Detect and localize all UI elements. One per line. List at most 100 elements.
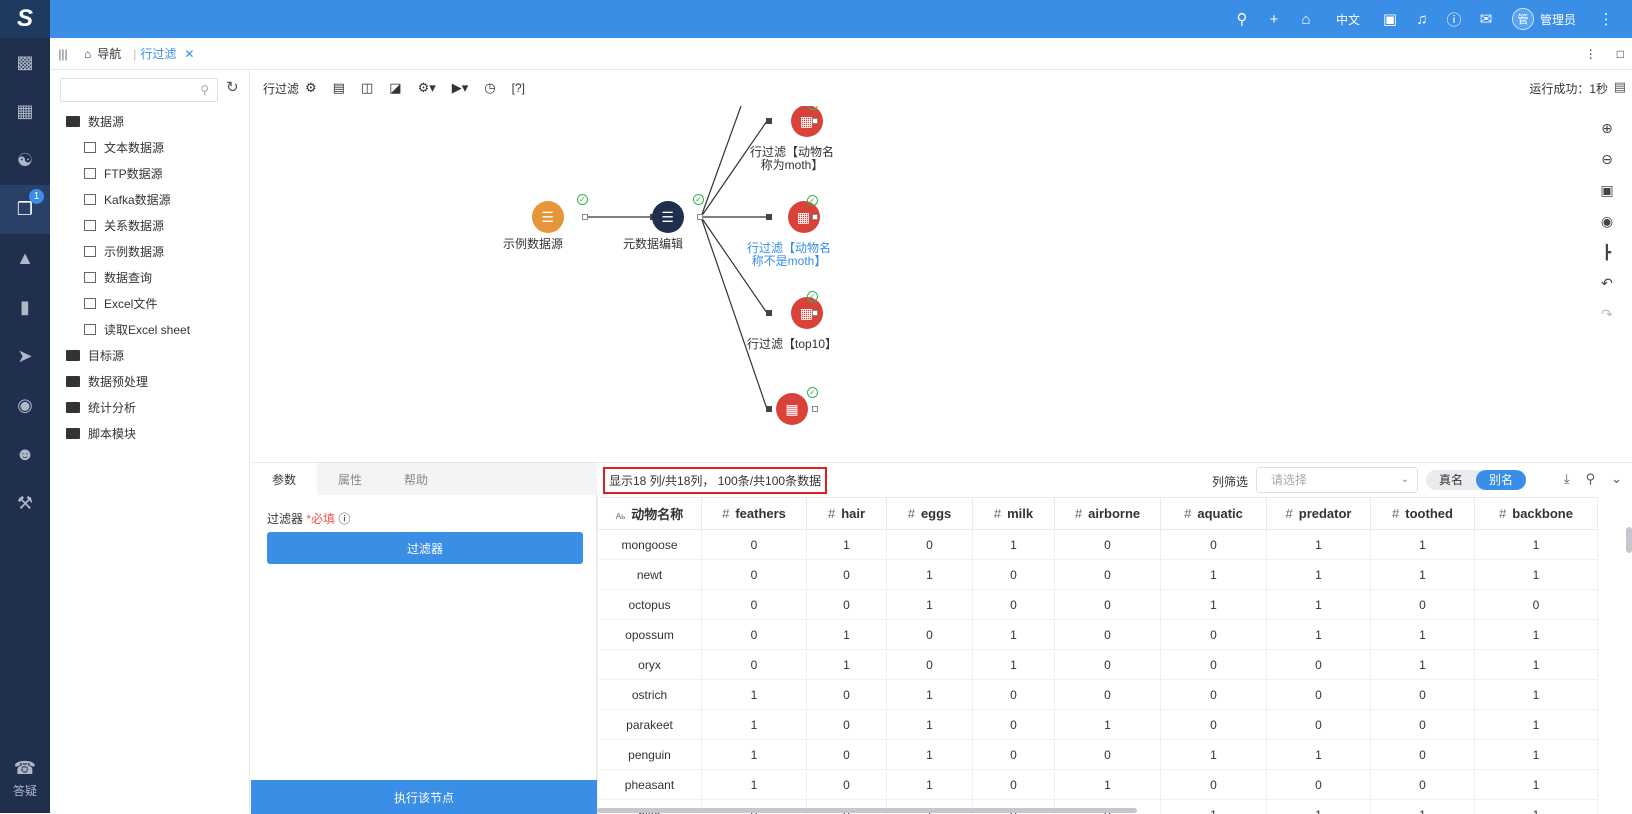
port-in[interactable] bbox=[766, 310, 772, 316]
log-icon[interactable]: ◷ bbox=[484, 80, 495, 96]
tree-node[interactable]: 示例数据源 bbox=[50, 238, 250, 264]
app-logo[interactable]: S bbox=[0, 0, 50, 38]
schedule-icon[interactable]: ⚙▾ bbox=[418, 80, 436, 96]
refresh-icon[interactable]: ↻ bbox=[226, 78, 239, 96]
save-as-icon[interactable]: ◪ bbox=[389, 80, 401, 96]
tab-help[interactable]: 帮助 bbox=[383, 463, 449, 495]
vertical-scrollbar[interactable] bbox=[1626, 527, 1632, 553]
name-toggle[interactable]: 真名 别名 bbox=[1426, 470, 1526, 490]
avatar[interactable]: 管 bbox=[1512, 8, 1534, 30]
port-out[interactable] bbox=[812, 214, 818, 220]
home-icon[interactable]: ⌂ bbox=[1290, 0, 1322, 38]
table-row[interactable]: newt001001111 bbox=[598, 560, 1598, 590]
tree-node[interactable]: 文本数据源 bbox=[50, 134, 250, 160]
locate-icon[interactable]: ◉ bbox=[1601, 209, 1613, 233]
filter-button[interactable]: 过滤器 bbox=[267, 532, 583, 564]
node-filter-4[interactable]: ▦ ✓ bbox=[776, 393, 808, 425]
help-icon[interactable]: ⓘ bbox=[1438, 0, 1470, 38]
column-filter-select[interactable]: 请选择 ⌄ bbox=[1256, 467, 1418, 493]
port-in[interactable] bbox=[766, 214, 772, 220]
table-row[interactable]: ostrich101000001 bbox=[598, 680, 1598, 710]
tree-node[interactable]: 数据查询 bbox=[50, 264, 250, 290]
run-icon[interactable]: ▶▾ bbox=[452, 80, 469, 96]
node-filter-moth[interactable]: ▦ ✓ 行过滤【动物名称为moth】 bbox=[776, 106, 837, 172]
document-icon[interactable]: ▤ bbox=[333, 80, 345, 96]
user-search-icon[interactable]: ☻ bbox=[0, 430, 50, 479]
table-row[interactable]: pheasant101010001 bbox=[598, 770, 1598, 800]
database-icon[interactable]: ☯ bbox=[0, 136, 50, 185]
pin-icon[interactable]: ⚲ bbox=[1586, 471, 1596, 487]
plus-icon[interactable]: + bbox=[1258, 0, 1290, 38]
table-row[interactable]: opossum010100111 bbox=[598, 620, 1598, 650]
tree-node[interactable]: 数据源 bbox=[50, 108, 250, 134]
table-row[interactable]: oryx010100011 bbox=[598, 650, 1598, 680]
tree-node[interactable]: Kafka数据源 bbox=[50, 186, 250, 212]
tab-current[interactable]: 行过滤 ✕ bbox=[140, 45, 194, 62]
tab-attributes[interactable]: 属性 bbox=[317, 463, 383, 495]
tree-node[interactable]: Excel文件 bbox=[50, 290, 250, 316]
column-header[interactable]: #backbone bbox=[1475, 498, 1598, 530]
maximize-icon[interactable]: □ bbox=[1617, 47, 1624, 61]
flow-canvas[interactable]: ☰ ✓ 示例数据源 ☰ ✓ 元数据编辑 ▦ ✓ 行过滤【动物名称为moth】 ▦… bbox=[251, 106, 1632, 462]
language-switch[interactable]: 中文 bbox=[1322, 11, 1374, 28]
tree-node[interactable]: 关系数据源 bbox=[50, 212, 250, 238]
globe-icon[interactable]: ◉ bbox=[0, 381, 50, 430]
table-row[interactable]: octopus001001100 bbox=[598, 590, 1598, 620]
column-header[interactable]: #aquatic bbox=[1161, 498, 1267, 530]
settings-icon[interactable]: ⚙ bbox=[305, 80, 317, 96]
fit-view-icon[interactable]: ▣ bbox=[1600, 178, 1613, 202]
tree-node[interactable]: 脚本模块 bbox=[50, 420, 250, 446]
collapse-icon[interactable]: ⌄ bbox=[1611, 471, 1622, 487]
table-row[interactable]: mongoose010100111 bbox=[598, 530, 1598, 560]
report-icon[interactable]: ▤ bbox=[1614, 79, 1626, 95]
column-header[interactable]: #toothed bbox=[1371, 498, 1475, 530]
node-meta[interactable]: ☰ ✓ 元数据编辑 bbox=[637, 201, 698, 251]
tree-search-input[interactable]: ⚲ bbox=[60, 78, 218, 102]
port-out[interactable] bbox=[812, 118, 818, 124]
help-button[interactable]: [?] bbox=[512, 81, 525, 95]
tree-node[interactable]: 统计分析 bbox=[50, 394, 250, 420]
toggle-real-name[interactable]: 真名 bbox=[1426, 470, 1476, 490]
port-out[interactable] bbox=[812, 310, 818, 316]
question-icon[interactable]: ⓘ bbox=[338, 512, 350, 526]
zoom-out-icon[interactable]: ⊖ bbox=[1601, 147, 1613, 171]
tree-node[interactable]: 目标源 bbox=[50, 342, 250, 368]
tab-params[interactable]: 参数 bbox=[251, 463, 317, 495]
more-vertical-icon[interactable]: ⋮ bbox=[1585, 47, 1597, 61]
node-filter-top10[interactable]: ▦ ✓ 行过滤【top10】 bbox=[776, 297, 837, 351]
toggle-alias[interactable]: 别名 bbox=[1476, 470, 1526, 490]
column-header[interactable]: #predator bbox=[1267, 498, 1371, 530]
menu-toggle-icon[interactable]: ||| bbox=[50, 47, 76, 61]
user-name[interactable]: 管理员 bbox=[1540, 11, 1576, 28]
tree-node[interactable]: 数据预处理 bbox=[50, 368, 250, 394]
port-out[interactable] bbox=[697, 214, 703, 220]
dashboard-icon[interactable]: ▦ bbox=[0, 87, 50, 136]
layout-icon[interactable]: ┣ bbox=[1603, 240, 1611, 264]
node-source[interactable]: ☰ ✓ 示例数据源 bbox=[517, 201, 578, 251]
redo-icon[interactable]: ↷ bbox=[1601, 302, 1613, 326]
more-icon[interactable]: ⋮ bbox=[1590, 0, 1622, 38]
bar-chart-icon[interactable]: ▮ bbox=[0, 283, 50, 332]
port-out[interactable] bbox=[582, 214, 588, 220]
horizontal-scrollbar[interactable] bbox=[597, 808, 1137, 813]
table-row[interactable]: penguin101001101 bbox=[598, 740, 1598, 770]
help-nav[interactable]: ☎ 答疑 bbox=[0, 758, 50, 799]
data-grid[interactable]: Aь动物名称#feathers#hair#eggs#milk#airborne#… bbox=[597, 497, 1632, 814]
zoom-in-icon[interactable]: ⊕ bbox=[1601, 116, 1613, 140]
close-icon[interactable]: ✕ bbox=[184, 47, 194, 61]
chat-icon[interactable]: ✉ bbox=[1470, 0, 1502, 38]
port-in[interactable] bbox=[766, 406, 772, 412]
column-header[interactable]: #eggs bbox=[887, 498, 973, 530]
column-header[interactable]: #milk bbox=[973, 498, 1055, 530]
download-icon[interactable]: ⤓ bbox=[1564, 471, 1570, 487]
monitor-icon[interactable]: ▩ bbox=[0, 38, 50, 87]
column-header[interactable]: #hair bbox=[807, 498, 887, 530]
port-in[interactable] bbox=[766, 118, 772, 124]
tree-node[interactable]: 读取Excel sheet bbox=[50, 316, 250, 342]
column-header[interactable]: #feathers bbox=[702, 498, 807, 530]
node-filter-not-moth[interactable]: ▦ ✓ 行过滤【动物名称不是moth】 bbox=[776, 201, 831, 268]
undo-icon[interactable]: ↶ bbox=[1601, 271, 1613, 295]
column-header[interactable]: #airborne bbox=[1055, 498, 1161, 530]
tools-icon[interactable]: ⚒ bbox=[0, 479, 50, 528]
paper-plane-icon[interactable]: ➤ bbox=[0, 332, 50, 381]
